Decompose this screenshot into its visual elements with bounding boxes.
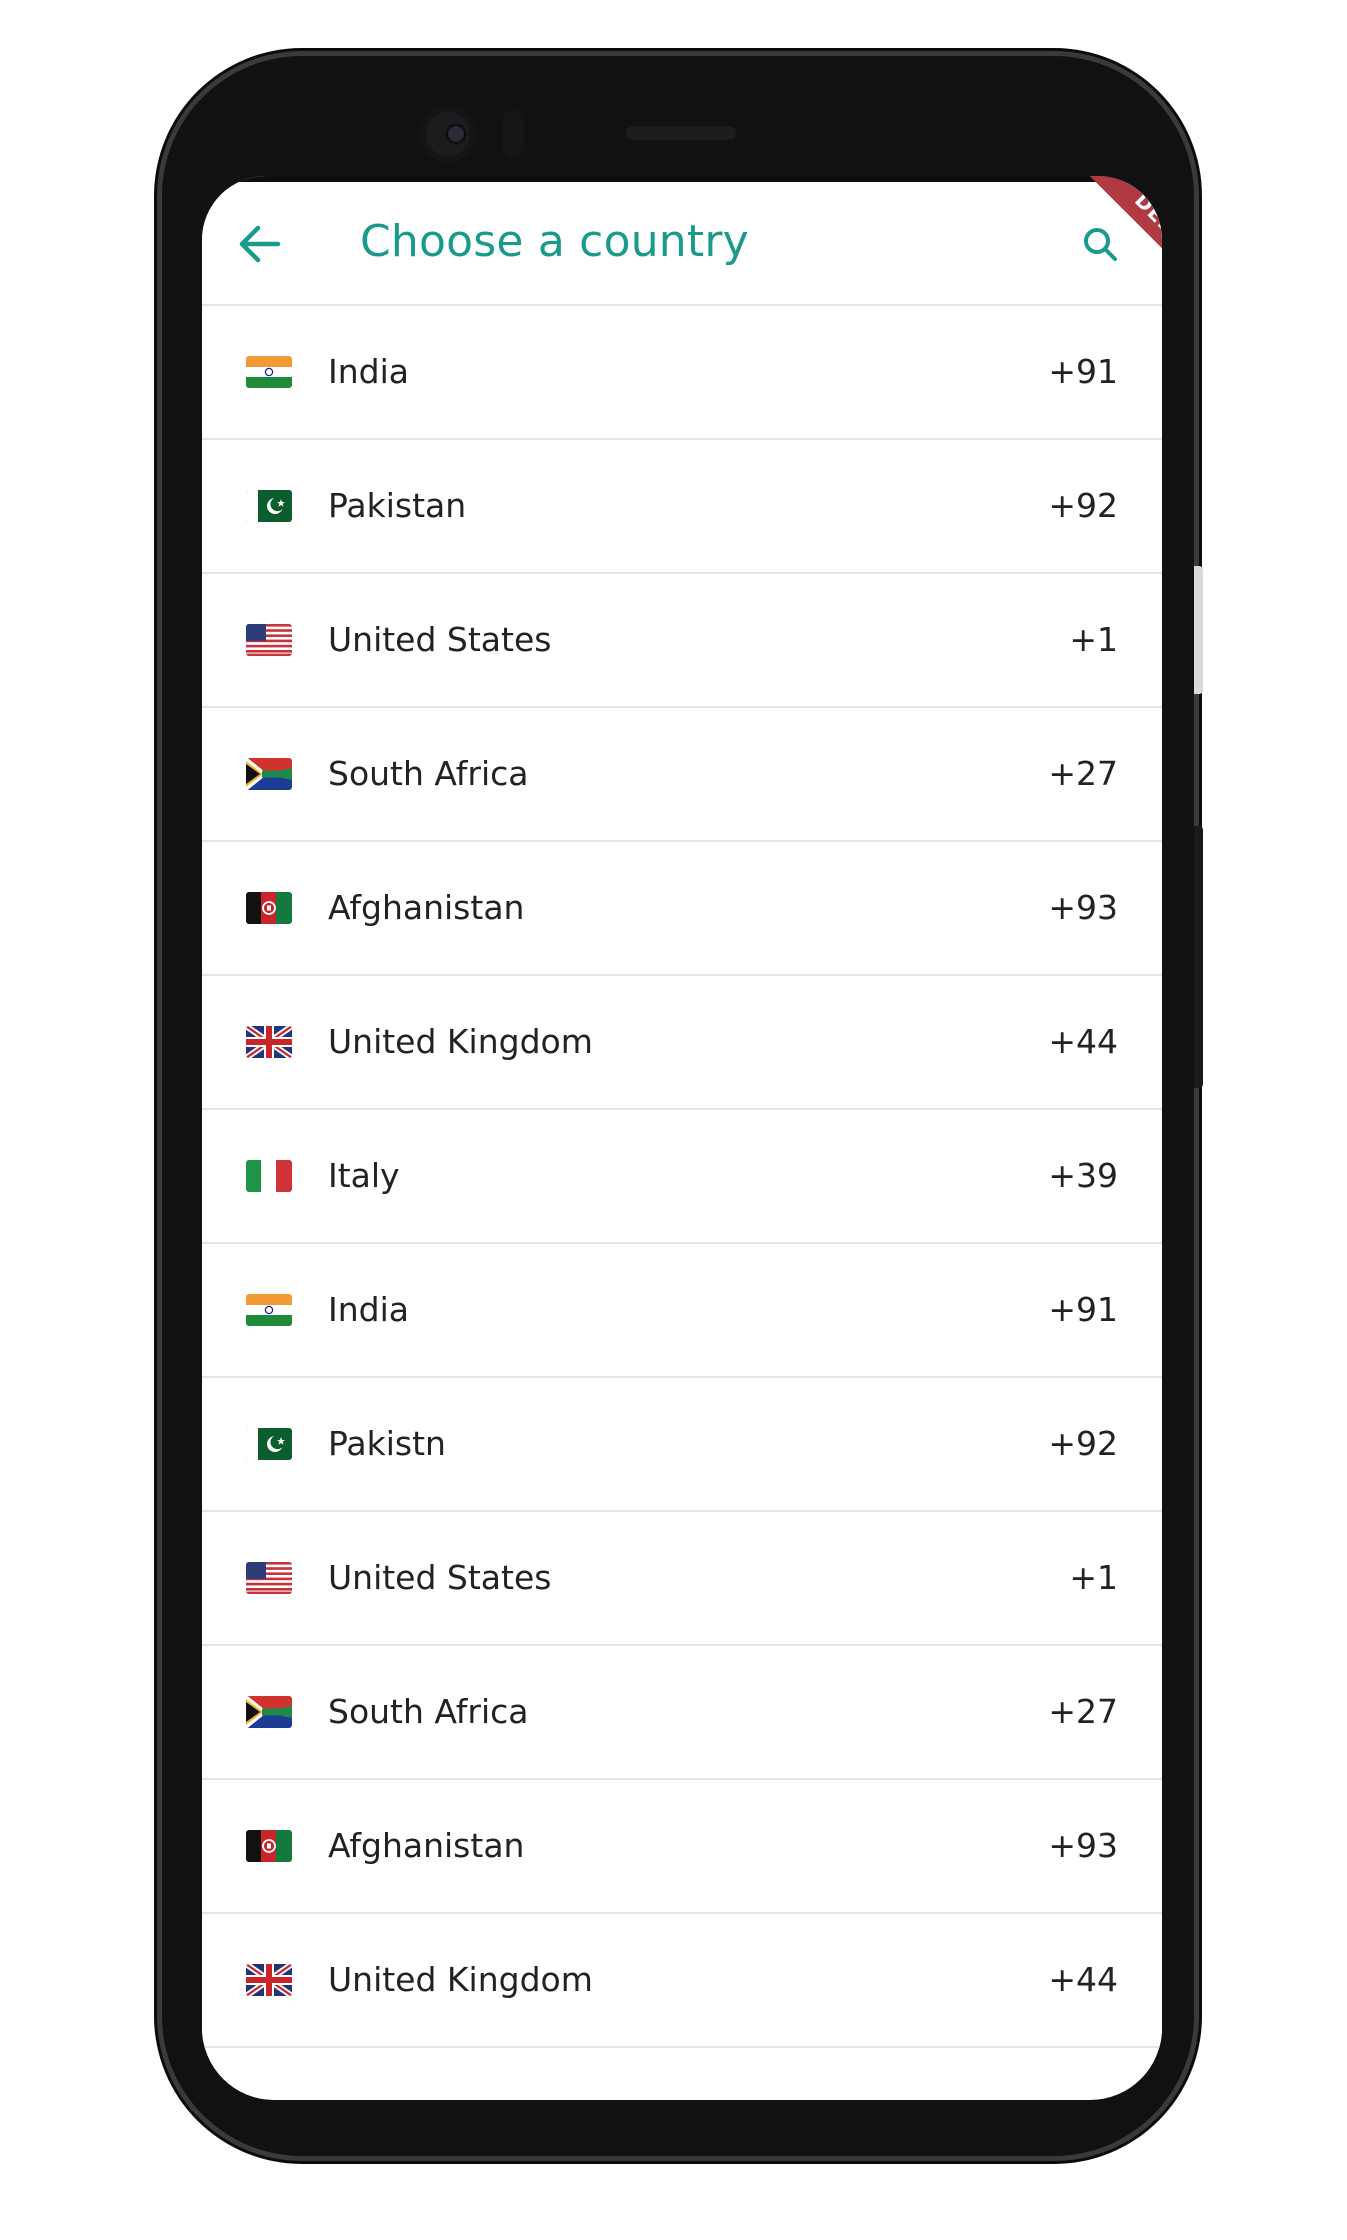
country-name: Afghanistan xyxy=(328,1826,525,1865)
usa-flag-icon xyxy=(246,624,292,656)
country-list-item[interactable]: India +91 xyxy=(202,306,1162,440)
country-dial-code: +27 xyxy=(1048,754,1118,793)
country-dial-code: +91 xyxy=(1048,1290,1118,1329)
country-name: South Africa xyxy=(328,754,529,793)
country-dial-code: +93 xyxy=(1048,1826,1118,1865)
country-dial-code: +93 xyxy=(1048,888,1118,927)
pakistan-flag-icon xyxy=(246,1428,292,1460)
country-list-item[interactable]: South Africa +27 xyxy=(202,1646,1162,1780)
app-screen: Choose a country DEBUG India +91 Pakista… xyxy=(202,176,1162,2100)
search-icon[interactable] xyxy=(1082,226,1118,262)
uk-flag-icon xyxy=(246,1964,292,1996)
pakistan-flag-icon xyxy=(246,490,292,522)
country-name: United States xyxy=(328,620,552,659)
afghanistan-flag-icon xyxy=(246,1830,292,1862)
page-title: Choose a country xyxy=(360,216,749,267)
proximity-sensor xyxy=(502,110,524,158)
south-africa-flag-icon xyxy=(246,1696,292,1728)
country-name: Italy xyxy=(328,1156,400,1195)
country-dial-code: +91 xyxy=(1048,352,1118,391)
country-name: United Kingdom xyxy=(328,1022,593,1061)
country-name: Pakistn xyxy=(328,1424,446,1463)
country-list-item[interactable]: Italy +39 xyxy=(202,1110,1162,1244)
india-flag-icon xyxy=(246,356,292,388)
country-name: India xyxy=(328,352,409,391)
uk-flag-icon xyxy=(246,1026,292,1058)
italy-flag-icon xyxy=(246,1160,292,1192)
country-list-item[interactable]: India +91 xyxy=(202,1244,1162,1378)
volume-button xyxy=(1194,566,1203,694)
country-list-item[interactable]: Afghanistan +93 xyxy=(202,1780,1162,1914)
arrow-left-icon[interactable] xyxy=(238,224,282,264)
country-list: India +91 Pakistan +92 United States +1 … xyxy=(202,306,1162,2048)
camera-lens xyxy=(448,126,464,142)
country-list-item[interactable]: United Kingdom +44 xyxy=(202,1914,1162,2048)
country-dial-code: +27 xyxy=(1048,1692,1118,1731)
country-dial-code: +44 xyxy=(1048,1022,1118,1061)
country-dial-code: +1 xyxy=(1069,1558,1118,1597)
country-dial-code: +1 xyxy=(1069,620,1118,659)
country-name: India xyxy=(328,1290,409,1329)
usa-flag-icon xyxy=(246,1562,292,1594)
earpiece-speaker xyxy=(626,126,736,140)
country-name: Afghanistan xyxy=(328,888,525,927)
country-list-item[interactable]: South Africa +27 xyxy=(202,708,1162,842)
country-dial-code: +44 xyxy=(1048,1960,1118,1999)
country-dial-code: +92 xyxy=(1048,486,1118,525)
country-list-item[interactable]: Pakistan +92 xyxy=(202,440,1162,574)
india-flag-icon xyxy=(246,1294,292,1326)
afghanistan-flag-icon xyxy=(246,892,292,924)
country-list-item[interactable]: Pakistn +92 xyxy=(202,1378,1162,1512)
country-name: Pakistan xyxy=(328,486,467,525)
country-list-item[interactable]: United States +1 xyxy=(202,574,1162,708)
south-africa-flag-icon xyxy=(246,758,292,790)
country-list-item[interactable]: United Kingdom +44 xyxy=(202,976,1162,1110)
country-dial-code: +92 xyxy=(1048,1424,1118,1463)
country-name: United States xyxy=(328,1558,552,1597)
country-name: United Kingdom xyxy=(328,1960,593,1999)
country-dial-code: +39 xyxy=(1048,1156,1118,1195)
country-list-item[interactable]: United States +1 xyxy=(202,1512,1162,1646)
country-name: South Africa xyxy=(328,1692,529,1731)
country-list-item[interactable]: Afghanistan +93 xyxy=(202,842,1162,976)
app-bar: Choose a country xyxy=(202,182,1162,306)
power-button xyxy=(1194,826,1203,1088)
